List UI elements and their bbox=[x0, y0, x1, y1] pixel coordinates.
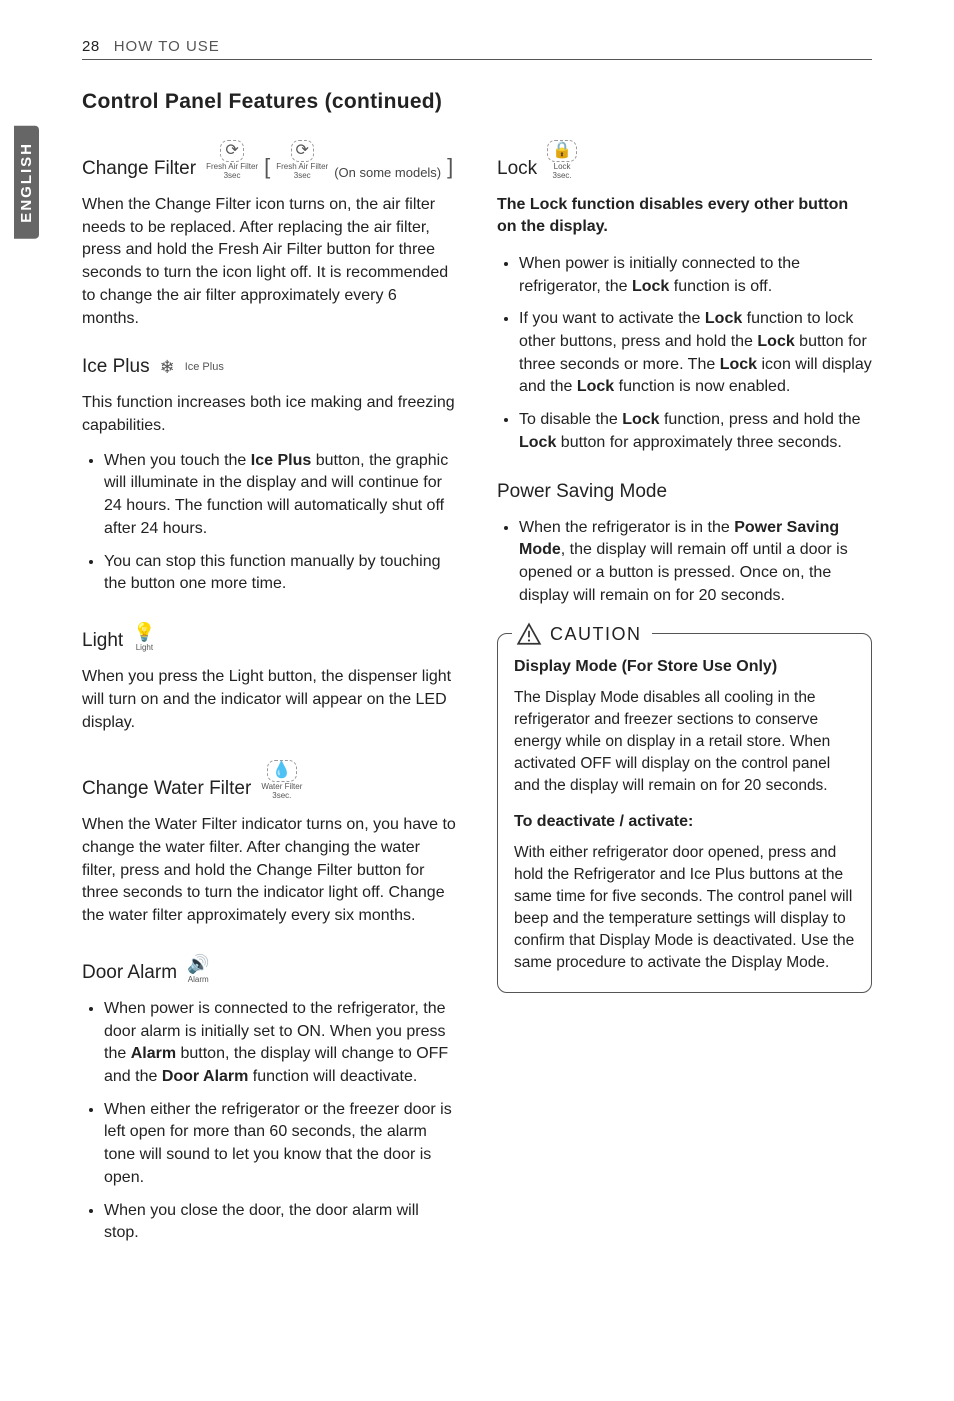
power-saving-heading: Power Saving Mode bbox=[497, 481, 872, 503]
water-filter-icon: 💧 Water Filter 3sec. bbox=[261, 760, 302, 800]
change-water-filter-section: Change Water Filter 💧 Water Filter 3sec.… bbox=[82, 760, 457, 928]
power-saving-section: Power Saving Mode When the refrigerator … bbox=[497, 481, 872, 608]
caution-subhead-1: Display Mode (For Store Use Only) bbox=[514, 656, 855, 679]
page-content: 28 HOW TO USE Control Panel Features (co… bbox=[0, 0, 954, 1311]
ice-plus-body: This function increases both ice making … bbox=[82, 392, 457, 437]
fresh-air-filter-icon: ⟳ Fresh Air Filter 3sec bbox=[206, 140, 258, 180]
light-heading: Light bbox=[82, 630, 123, 652]
ice-plus-icon: ❄ bbox=[160, 357, 175, 378]
caution-subhead-2: To deactivate / activate: bbox=[514, 811, 855, 834]
list-item: When power is connected to the refrigera… bbox=[104, 998, 457, 1089]
ice-plus-bullets: When you touch the Ice Plus button, the … bbox=[82, 450, 457, 596]
lock-icon: 🔒 Lock 3sec. bbox=[547, 140, 577, 180]
page-number: 28 bbox=[82, 38, 100, 55]
ice-plus-section: Ice Plus ❄ Ice Plus This function increa… bbox=[82, 356, 457, 596]
change-filter-icons: ⟳ Fresh Air Filter 3sec [ ⟳ Fresh Air Fi… bbox=[206, 140, 453, 180]
list-item: When either the refrigerator or the free… bbox=[104, 1099, 457, 1190]
change-filter-heading: Change Filter bbox=[82, 158, 196, 180]
lock-bullets: When power is initially connected to the… bbox=[497, 253, 872, 455]
change-water-filter-heading: Change Water Filter bbox=[82, 778, 251, 800]
caution-header: CAUTION bbox=[512, 621, 652, 647]
power-saving-bullets: When the refrigerator is in the Power Sa… bbox=[497, 517, 872, 608]
list-item: When power is initially connected to the… bbox=[519, 253, 872, 298]
language-tab: ENGLISH bbox=[14, 126, 39, 239]
caution-label: CAUTION bbox=[550, 622, 642, 648]
light-icon: 💡 Light bbox=[133, 622, 155, 652]
warning-triangle-icon bbox=[516, 621, 542, 647]
change-filter-body: When the Change Filter icon turns on, th… bbox=[82, 194, 457, 330]
models-note: (On some models) bbox=[334, 166, 441, 180]
door-alarm-heading: Door Alarm bbox=[82, 962, 177, 984]
list-item: When the refrigerator is in the Power Sa… bbox=[519, 517, 872, 608]
change-filter-section: Change Filter ⟳ Fresh Air Filter 3sec [ … bbox=[82, 140, 457, 330]
caution-body-1: The Display Mode disables all cooling in… bbox=[514, 687, 855, 797]
list-item: When you touch the Ice Plus button, the … bbox=[104, 450, 457, 541]
door-alarm-bullets: When power is connected to the refrigera… bbox=[82, 998, 457, 1245]
lock-intro: The Lock function disables every other b… bbox=[497, 194, 872, 239]
alarm-icon: 🔊 Alarm bbox=[187, 954, 209, 984]
fresh-air-filter-icon-alt: ⟳ Fresh Air Filter 3sec bbox=[276, 140, 328, 180]
list-item: To disable the Lock function, press and … bbox=[519, 409, 872, 454]
door-alarm-section: Door Alarm 🔊 Alarm When power is connect… bbox=[82, 954, 457, 1245]
change-water-filter-body: When the Water Filter indicator turns on… bbox=[82, 814, 457, 928]
list-item: When you close the door, the door alarm … bbox=[104, 1200, 457, 1245]
light-section: Light 💡 Light When you press the Light b… bbox=[82, 622, 457, 734]
section-name: HOW TO USE bbox=[114, 38, 220, 55]
list-item: If you want to activate the Lock functio… bbox=[519, 308, 872, 399]
lock-heading: Lock bbox=[497, 158, 537, 180]
caution-box: CAUTION Display Mode (For Store Use Only… bbox=[497, 633, 872, 992]
page-header: 28 HOW TO USE bbox=[82, 38, 872, 60]
left-column: Change Filter ⟳ Fresh Air Filter 3sec [ … bbox=[82, 140, 457, 1271]
ice-plus-heading: Ice Plus bbox=[82, 356, 150, 378]
page-title: Control Panel Features (continued) bbox=[82, 90, 872, 114]
list-item: You can stop this function manually by t… bbox=[104, 551, 457, 596]
caution-body-2: With either refrigerator door opened, pr… bbox=[514, 842, 855, 974]
ice-plus-icon-label: Ice Plus bbox=[185, 361, 224, 373]
right-column: Lock 🔒 Lock 3sec. The Lock function disa… bbox=[497, 140, 872, 1271]
light-body: When you press the Light button, the dis… bbox=[82, 666, 457, 734]
lock-section: Lock 🔒 Lock 3sec. The Lock function disa… bbox=[497, 140, 872, 455]
